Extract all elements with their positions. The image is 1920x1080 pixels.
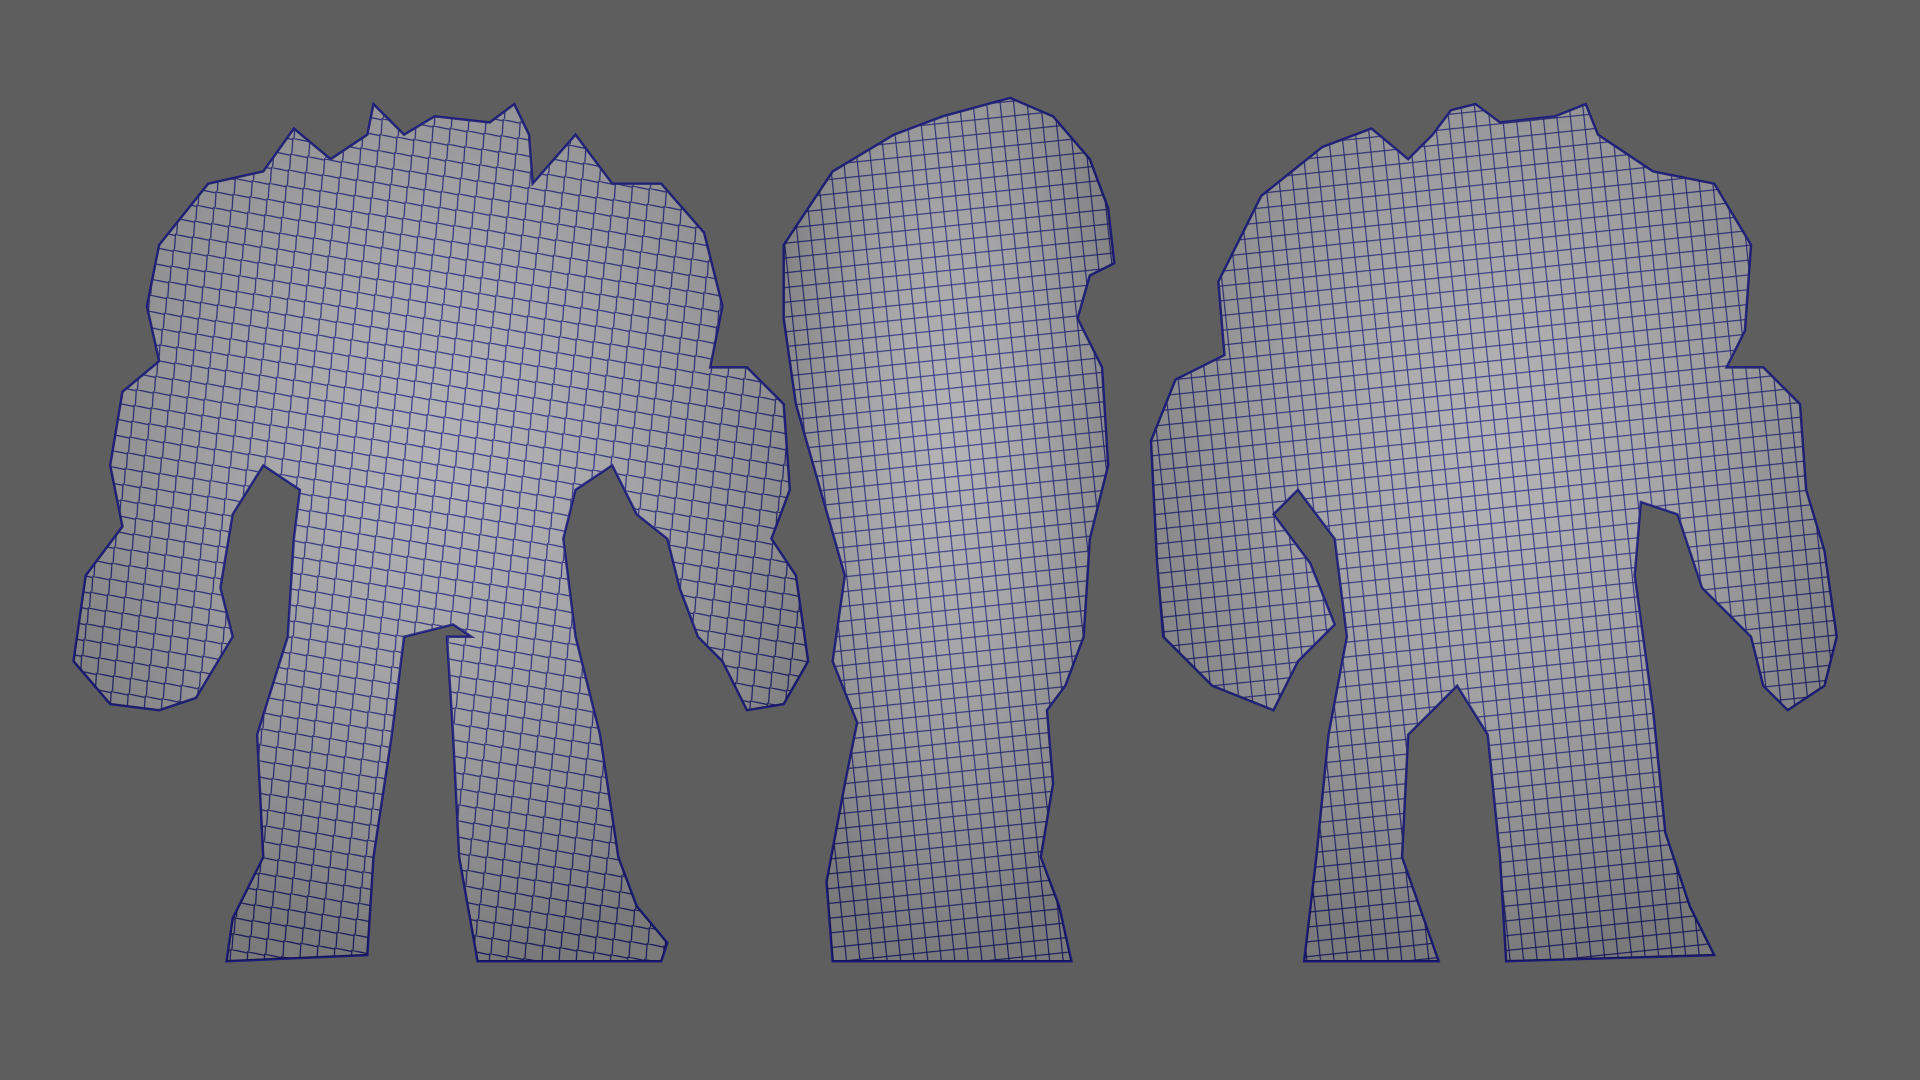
model-side-view — [782, 96, 1116, 963]
viewport — [72, 96, 1838, 963]
model-front-view — [72, 101, 810, 963]
model-back-view — [1149, 102, 1838, 963]
